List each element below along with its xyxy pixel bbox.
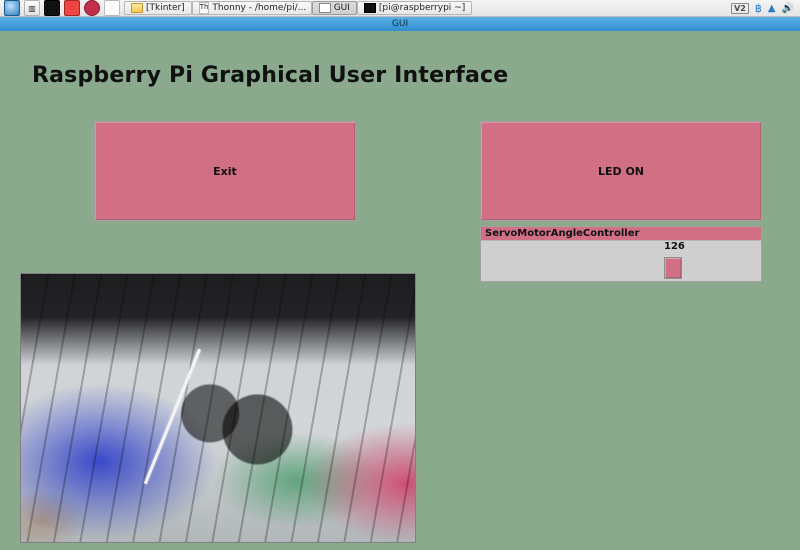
system-tray: V2 ฿ ▲ 🔊 (731, 2, 800, 15)
servo-scale-label: ServoMotorAngleController (481, 227, 761, 241)
launcher-tray: ▥ (0, 0, 124, 16)
taskbar-item-terminal[interactable]: [pi@raspberrypi ~] (357, 1, 472, 15)
raspberry-menu-icon[interactable] (84, 0, 100, 16)
terminal-launcher[interactable] (44, 0, 60, 16)
page-title: Raspberry Pi Graphical User Interface (32, 63, 508, 88)
servo-scale-value: 126 (664, 241, 685, 252)
taskbar-item-label: [Tkinter] (146, 3, 185, 13)
exit-button[interactable]: Exit (94, 121, 356, 221)
bluetooth-icon[interactable]: ฿ (755, 2, 762, 15)
taskbar-item-gui[interactable]: GUI (312, 1, 357, 15)
app-launcher-1[interactable] (64, 0, 80, 16)
window-icon (319, 3, 331, 13)
folder-icon (131, 3, 143, 13)
taskbar-item-thonny[interactable]: Th Thonny - /home/pi/... (192, 1, 312, 15)
taskbar: ▥ [Tkinter] Th Thonny - /home/pi/... GUI… (0, 0, 800, 17)
file-manager-launcher[interactable]: ▥ (24, 0, 40, 16)
vnc-indicator[interactable]: V2 (731, 3, 749, 14)
app-window: Raspberry Pi Graphical User Interface Ex… (0, 31, 800, 550)
thonny-icon: Th (199, 2, 210, 14)
taskbar-item-label: Thonny - /home/pi/... (212, 3, 306, 13)
servo-angle-scale: ServoMotorAngleController 126 (480, 226, 762, 282)
servo-scale-value-row: 126 (481, 241, 761, 255)
servo-scale-slider[interactable] (664, 257, 682, 279)
app-launcher-2[interactable] (104, 0, 120, 16)
terminal-icon (364, 3, 376, 13)
taskbar-item-label: [pi@raspberrypi ~] (379, 3, 465, 13)
exit-button-label: Exit (213, 165, 237, 178)
wifi-icon[interactable]: ▲ (768, 3, 776, 14)
servo-scale-trough[interactable] (481, 255, 761, 281)
volume-icon[interactable]: 🔊 (782, 3, 794, 14)
window-title: GUI (392, 19, 408, 29)
led-on-button[interactable]: LED ON (480, 121, 762, 221)
led-button-label: LED ON (598, 165, 644, 178)
web-browser-launcher[interactable] (4, 0, 20, 16)
window-titlebar[interactable]: GUI (0, 17, 800, 31)
taskbar-item-label: GUI (334, 3, 350, 13)
camera-preview (20, 273, 416, 543)
taskbar-item-tkinter[interactable]: [Tkinter] (124, 1, 192, 15)
